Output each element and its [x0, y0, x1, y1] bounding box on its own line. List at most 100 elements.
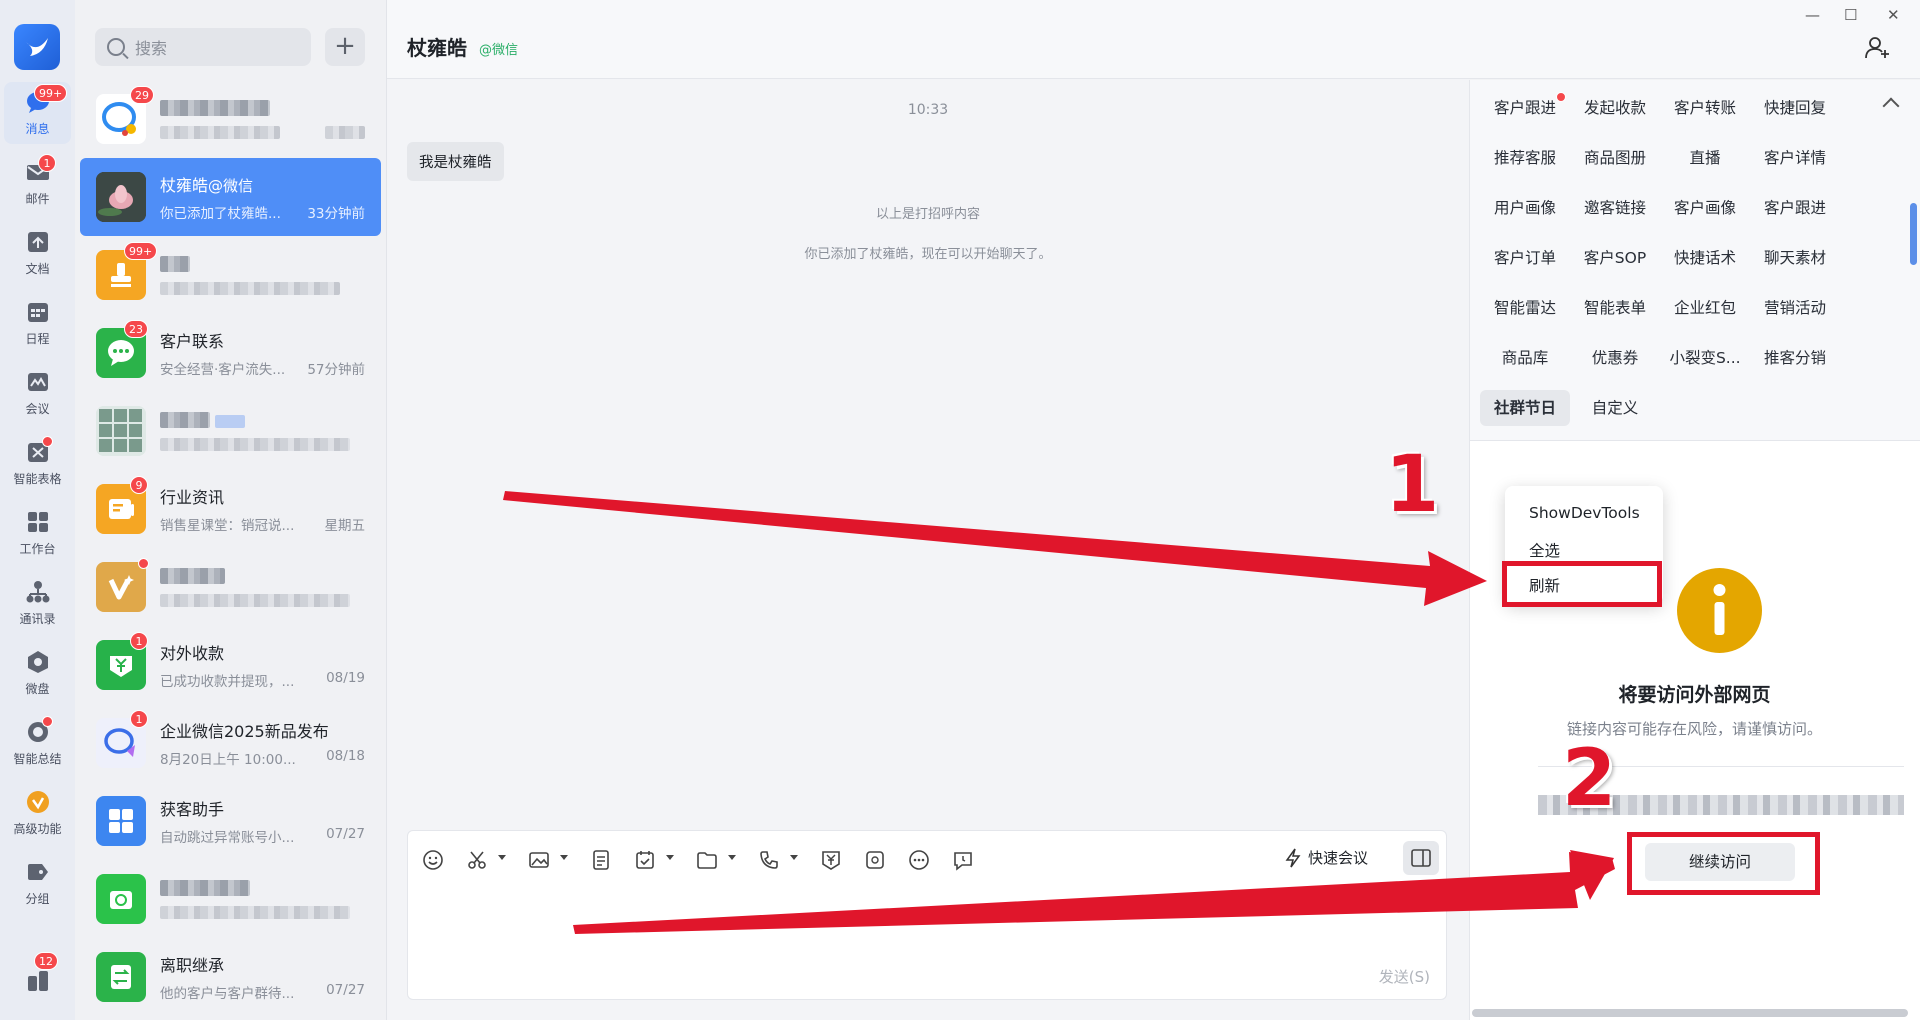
send-button[interactable]: 发送(S) [1379, 966, 1430, 987]
rail-drive[interactable]: 微盘 [4, 642, 71, 704]
rail-meeting[interactable]: 会议 [4, 362, 71, 424]
list-item[interactable]: 离职继承 他的客户与客户群待... 07/27 [80, 938, 381, 1016]
image-icon[interactable] [526, 847, 552, 873]
scissors-icon[interactable] [464, 847, 490, 873]
list-item[interactable] [80, 860, 381, 938]
list-item[interactable] [80, 548, 381, 626]
tool-product-album[interactable]: 商品图册 [1570, 140, 1660, 176]
contact-name: 行业资讯 [160, 488, 225, 507]
tool-user-profile[interactable]: 用户画像 [1480, 190, 1570, 226]
tool-customer-detail[interactable]: 客户详情 [1750, 140, 1840, 176]
chevron-down-icon[interactable] [666, 855, 674, 860]
tool-live[interactable]: 直播 [1660, 140, 1750, 176]
list-item[interactable]: 1 企业微信2025新品发布 8月20日上午 10:00... 08/18 [80, 704, 381, 782]
avatar: 99+ [96, 242, 158, 300]
minimize-icon[interactable]: — [1805, 6, 1820, 24]
add-button[interactable]: + [325, 28, 365, 66]
info-icon [1677, 568, 1762, 653]
warning-description: 链接内容可能存在风险，请谨慎访问。 [1566, 720, 1822, 738]
tab-custom[interactable]: 自定义 [1570, 390, 1660, 426]
tool-customer-transfer[interactable]: 客户转账 [1660, 90, 1750, 126]
tool-distribution[interactable]: 推客分销 [1750, 340, 1840, 376]
message-composer[interactable]: 快速会议 发送(S) [407, 830, 1447, 1000]
quick-meeting-button[interactable]: 快速会议 [1284, 847, 1368, 868]
message-bubble[interactable]: 我是杖雍皓 [407, 142, 504, 181]
tool-customer-portrait[interactable]: 客户画像 [1660, 190, 1750, 226]
rail-messages[interactable]: 99+ 消息 [4, 82, 71, 144]
rail-smart-sheet[interactable]: 智能表格 [4, 432, 71, 494]
rail-smart-summary-dot [42, 716, 53, 727]
rail-mail[interactable]: 1 邮件 [4, 152, 71, 214]
tool-customer-followup-2[interactable]: 客户跟进 [1750, 190, 1840, 226]
menu-item-show-devtools[interactable]: ShowDevTools [1529, 504, 1640, 522]
phone-icon[interactable] [756, 847, 782, 873]
tool-smart-form[interactable]: 智能表单 [1570, 290, 1660, 326]
avatar [96, 172, 146, 222]
chat-icon [108, 340, 134, 366]
tool-customer-order[interactable]: 客户订单 [1480, 240, 1570, 276]
chevron-down-icon[interactable] [728, 855, 736, 860]
rail-docs[interactable]: 文档 [4, 222, 71, 284]
tool-chat-material[interactable]: 聊天素材 [1750, 240, 1840, 276]
note-icon[interactable] [588, 847, 614, 873]
tool-smart-radar[interactable]: 智能雷达 [1480, 290, 1570, 326]
tool-invite-link[interactable]: 邀客链接 [1570, 190, 1660, 226]
vertical-scrollbar[interactable] [1910, 203, 1917, 265]
rail-contacts[interactable]: 通讯录 [4, 572, 71, 634]
search-input[interactable]: 搜索 [95, 28, 311, 66]
chat-header: 杖雍皓 @微信 — ☐ ✕ [387, 0, 1920, 79]
tab-community-festival[interactable]: 社群节日 [1480, 390, 1570, 426]
v-logo-icon [108, 575, 134, 600]
rail-label: 智能表格 [13, 472, 62, 486]
avatar [96, 558, 149, 612]
add-member-icon[interactable] [1865, 36, 1891, 60]
list-item[interactable]: 29 [80, 80, 381, 158]
list-item[interactable]: 1 对外收款 已成功收款并提现，... 08/19 [80, 626, 381, 704]
tool-coupon[interactable]: 优惠券 [1570, 340, 1660, 376]
location-icon[interactable] [862, 847, 888, 873]
rail-mail-badge: 1 [38, 154, 56, 172]
chevron-down-icon[interactable] [560, 855, 568, 860]
rail-apps[interactable]: 12 [4, 950, 71, 1012]
menu-item-select-all[interactable]: 全选 [1529, 539, 1560, 561]
list-item[interactable]: 23 客户联系 安全经营·客户流失... 57分钟前 [80, 314, 381, 392]
list-item[interactable]: 获客助手 自动跳过异常账号小... 07/27 [80, 782, 381, 860]
tool-red-packet[interactable]: 企业红包 [1660, 290, 1750, 326]
message-preview: 你已添加了杖雍皓... [160, 206, 281, 222]
side-panel-toggle[interactable] [1403, 841, 1439, 875]
chevron-down-icon[interactable] [790, 855, 798, 860]
tool-quick-script[interactable]: 快捷话术 [1660, 240, 1750, 276]
tool-product-library[interactable]: 商品库 [1480, 340, 1570, 376]
chat-record-icon[interactable] [950, 847, 976, 873]
list-item[interactable]: 9 行业资讯 销售星课堂：销冠说... 星期五 [80, 470, 381, 548]
list-item-active[interactable]: 杖雍皓@微信 你已添加了杖雍皓... 33分钟前 [80, 158, 381, 236]
rail-workbench[interactable]: 工作台 [4, 502, 71, 564]
rail-calendar[interactable]: 日程 [4, 292, 71, 354]
tool-quick-reply[interactable]: 快捷回复 [1750, 90, 1840, 126]
list-item[interactable]: 99+ [80, 236, 381, 314]
chevron-down-icon[interactable] [498, 855, 506, 860]
message-time: 08/18 [326, 748, 365, 764]
emoji-icon[interactable] [420, 847, 446, 873]
maximize-icon[interactable]: ☐ [1844, 6, 1857, 24]
rail-smart-summary[interactable]: 智能总结 [4, 712, 71, 774]
message-time: 07/27 [326, 982, 365, 998]
warning-title: 将要访问外部网页 [1618, 684, 1771, 706]
more-icon[interactable] [906, 847, 932, 873]
rail-groups[interactable]: 分组 [4, 852, 71, 914]
task-icon[interactable] [632, 847, 658, 873]
folder-icon[interactable] [694, 847, 720, 873]
chevron-up-icon[interactable] [1882, 97, 1900, 115]
horizontal-scrollbar[interactable] [1472, 1009, 1908, 1017]
tool-collect-payment[interactable]: 发起收款 [1570, 90, 1660, 126]
list-item[interactable] [80, 392, 381, 470]
close-icon[interactable]: ✕ [1887, 6, 1900, 24]
yuan-payment-icon[interactable] [818, 847, 844, 873]
rail-advanced[interactable]: 高级功能 [4, 782, 71, 844]
tool-fission[interactable]: 小裂变S... [1660, 340, 1750, 376]
tool-customer-sop[interactable]: 客户SOP [1570, 240, 1660, 276]
lightning-icon [1285, 848, 1301, 867]
tool-marketing[interactable]: 营销活动 [1750, 290, 1840, 326]
unread-dot [138, 558, 149, 569]
tool-recommend-service[interactable]: 推荐客服 [1480, 140, 1570, 176]
